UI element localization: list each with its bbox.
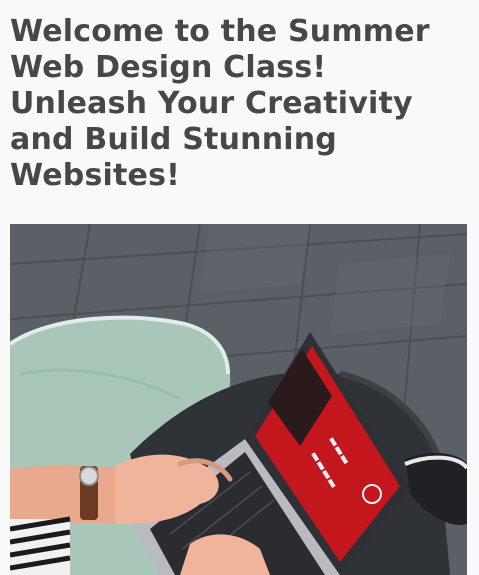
hero-image: ▬▬▬▬ ▬▬▬: [10, 224, 467, 575]
laptop-photo-illustration: ▬▬▬▬ ▬▬▬: [10, 224, 467, 575]
page: Welcome to the Summer Web Design Class! …: [0, 0, 479, 575]
page-title: Welcome to the Summer Web Design Class! …: [10, 14, 430, 193]
